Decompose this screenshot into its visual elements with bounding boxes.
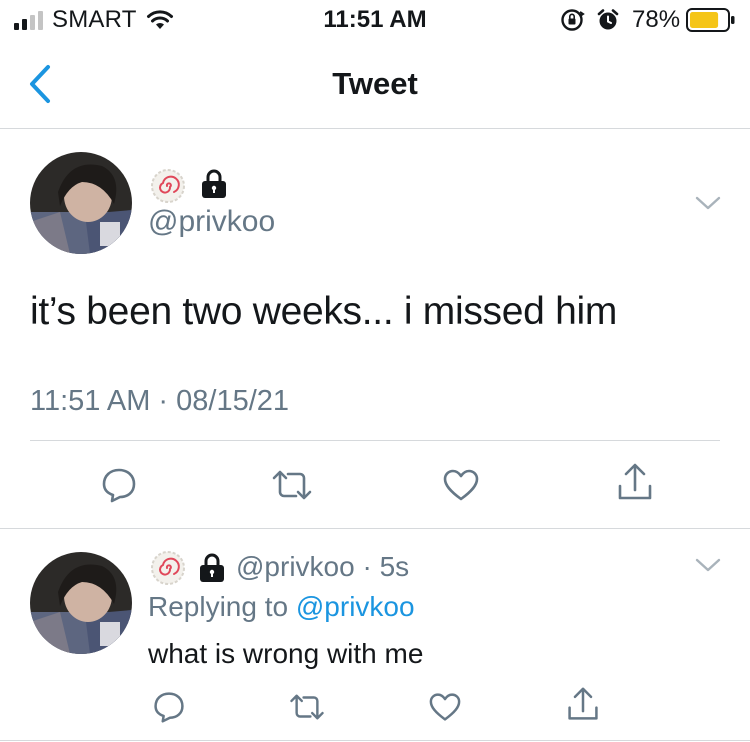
alarm-icon [597,9,619,30]
tweet-handle[interactable]: @privkoo [148,205,275,239]
lock-icon [200,553,224,582]
tweet-timestamp: 11:51 AM · 08/15/21 [30,385,290,417]
share-icon[interactable] [616,462,654,502]
replying-to: Replying to @privkoo [148,591,415,623]
status-bar: SMART 11:51 AM 78% [0,0,750,40]
replying-to-handle[interactable]: @privkoo [296,591,415,622]
section-divider [0,528,750,529]
like-icon[interactable] [442,468,480,502]
tweet-text: it’s been two weeks... i missed him [30,290,618,333]
battery-percent: 78% [632,6,681,33]
narutomaki-icon [151,169,185,203]
reply-text: what is wrong with me [148,638,424,669]
chevron-down-icon[interactable] [694,194,722,212]
like-icon[interactable] [428,692,462,722]
battery-icon [686,8,735,32]
replying-to-label: Replying to [148,591,296,622]
retweet-icon[interactable] [288,692,326,722]
orientation-lock-icon [561,9,585,31]
retweet-icon[interactable] [270,468,314,502]
nav-divider [0,128,750,129]
bottom-divider [0,740,750,741]
reply-icon[interactable] [100,466,138,504]
page-title: Tweet [332,66,418,101]
share-icon[interactable] [566,686,600,722]
reply-icon[interactable] [152,690,186,724]
tweet-divider [30,440,720,441]
narutomaki-icon [151,551,185,585]
lock-icon [202,169,226,198]
avatar[interactable] [30,152,132,254]
reply-handle-time[interactable]: @privkoo · 5s [236,551,409,583]
chevron-down-icon[interactable] [694,556,722,574]
reply-avatar[interactable] [30,552,132,654]
